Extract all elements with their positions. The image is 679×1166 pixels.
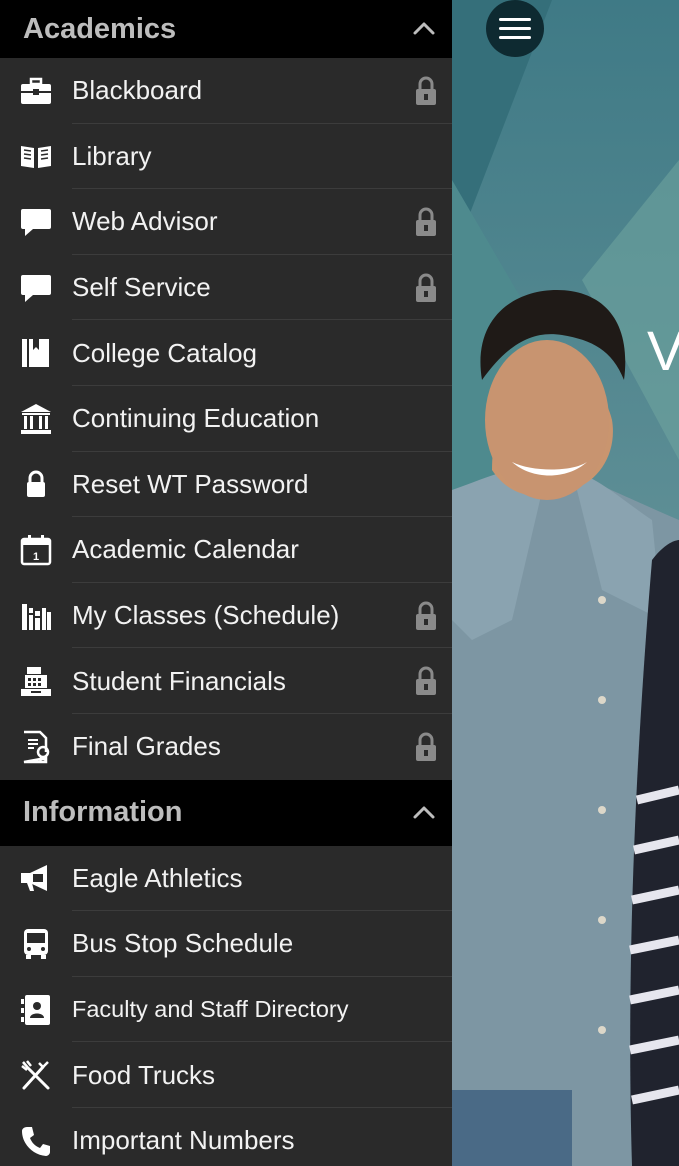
chat-bubble-icon xyxy=(19,205,53,239)
background-photo: V xyxy=(452,0,679,1166)
menu-item-bus-stop-schedule[interactable]: Bus Stop Schedule xyxy=(0,911,452,977)
menu-item-label: Reset WT Password xyxy=(72,468,309,499)
certificate-icon xyxy=(19,730,53,764)
menu-item-label: Bus Stop Schedule xyxy=(72,928,294,959)
section-header-information[interactable]: Information xyxy=(0,779,452,846)
menu-item-label: Web Advisor xyxy=(72,206,218,237)
menu-item-label: Important Numbers xyxy=(72,1125,295,1156)
book-icon xyxy=(19,139,53,173)
institution-icon xyxy=(19,402,53,436)
menu-item-label: Faculty and Staff Directory xyxy=(72,996,349,1023)
menu-item-college-catalog[interactable]: College Catalog xyxy=(0,320,452,386)
lock-icon xyxy=(414,74,438,108)
lock-icon xyxy=(414,271,438,305)
menu-item-reset-wt-password[interactable]: Reset WT Password xyxy=(0,452,452,518)
hamburger-menu-button[interactable] xyxy=(486,0,544,57)
padlock-icon xyxy=(19,467,53,501)
catalog-icon xyxy=(19,336,53,370)
contact-book-icon xyxy=(19,993,53,1027)
hamburger-line xyxy=(499,36,531,39)
hamburger-line xyxy=(499,18,531,21)
menu-item-continuing-education[interactable]: Continuing Education xyxy=(0,386,452,452)
cash-register-icon xyxy=(19,664,53,698)
megaphone-icon xyxy=(19,861,53,895)
menu-item-label: College Catalog xyxy=(72,337,258,368)
menu-item-label: Student Financials xyxy=(72,665,286,696)
menu-item-label: Continuing Education xyxy=(72,403,320,434)
briefcase-icon xyxy=(19,74,53,108)
utensils-icon xyxy=(19,1058,53,1092)
menu-item-important-numbers[interactable]: Important Numbers xyxy=(0,1108,452,1166)
menu-item-student-financials[interactable]: Student Financials xyxy=(0,648,452,714)
menu-item-library[interactable]: Library xyxy=(0,124,452,190)
menu-item-academic-calendar[interactable]: 1 Academic Calendar xyxy=(0,517,452,583)
menu-item-web-advisor[interactable]: Web Advisor xyxy=(0,189,452,255)
lock-icon xyxy=(414,205,438,239)
lock-icon xyxy=(414,599,438,633)
chat-bubble-icon xyxy=(19,271,53,305)
menu-item-food-trucks[interactable]: Food Trucks xyxy=(0,1042,452,1108)
menu-item-my-classes[interactable]: My Classes (Schedule) xyxy=(0,583,452,649)
menu-item-eagle-athletics[interactable]: Eagle Athletics xyxy=(0,846,452,912)
navigation-drawer: Academics Blackboard Library Web Advisor xyxy=(0,0,452,1166)
menu-item-label: Library xyxy=(72,140,152,171)
menu-item-label: Eagle Athletics xyxy=(72,862,243,893)
section-title: Academics xyxy=(23,12,177,45)
menu-item-label: Self Service xyxy=(72,272,211,303)
hamburger-line xyxy=(499,27,531,30)
student-photo: V xyxy=(452,0,679,1166)
books-shelf-icon xyxy=(19,599,53,633)
menu-item-label: Food Trucks xyxy=(72,1059,216,1090)
chevron-up-icon[interactable] xyxy=(410,799,438,827)
svg-text:V: V xyxy=(647,319,679,382)
menu-item-faculty-staff-directory[interactable]: Faculty and Staff Directory xyxy=(0,977,452,1043)
menu-item-label: Academic Calendar xyxy=(72,534,299,565)
lock-icon xyxy=(414,664,438,698)
section-title: Information xyxy=(23,796,183,829)
menu-item-final-grades[interactable]: Final Grades xyxy=(0,714,452,780)
menu-item-blackboard[interactable]: Blackboard xyxy=(0,58,452,124)
chevron-up-icon[interactable] xyxy=(410,15,438,43)
calendar-icon: 1 xyxy=(19,533,53,567)
phone-icon xyxy=(19,1124,53,1158)
section-header-academics[interactable]: Academics xyxy=(0,0,452,58)
svg-text:1: 1 xyxy=(33,551,39,563)
menu-item-label: My Classes (Schedule) xyxy=(72,600,340,631)
menu-item-label: Blackboard xyxy=(72,75,203,106)
menu-item-label: Final Grades xyxy=(72,731,221,762)
menu-item-self-service[interactable]: Self Service xyxy=(0,255,452,321)
lock-icon xyxy=(414,730,438,764)
bus-icon xyxy=(19,927,53,961)
